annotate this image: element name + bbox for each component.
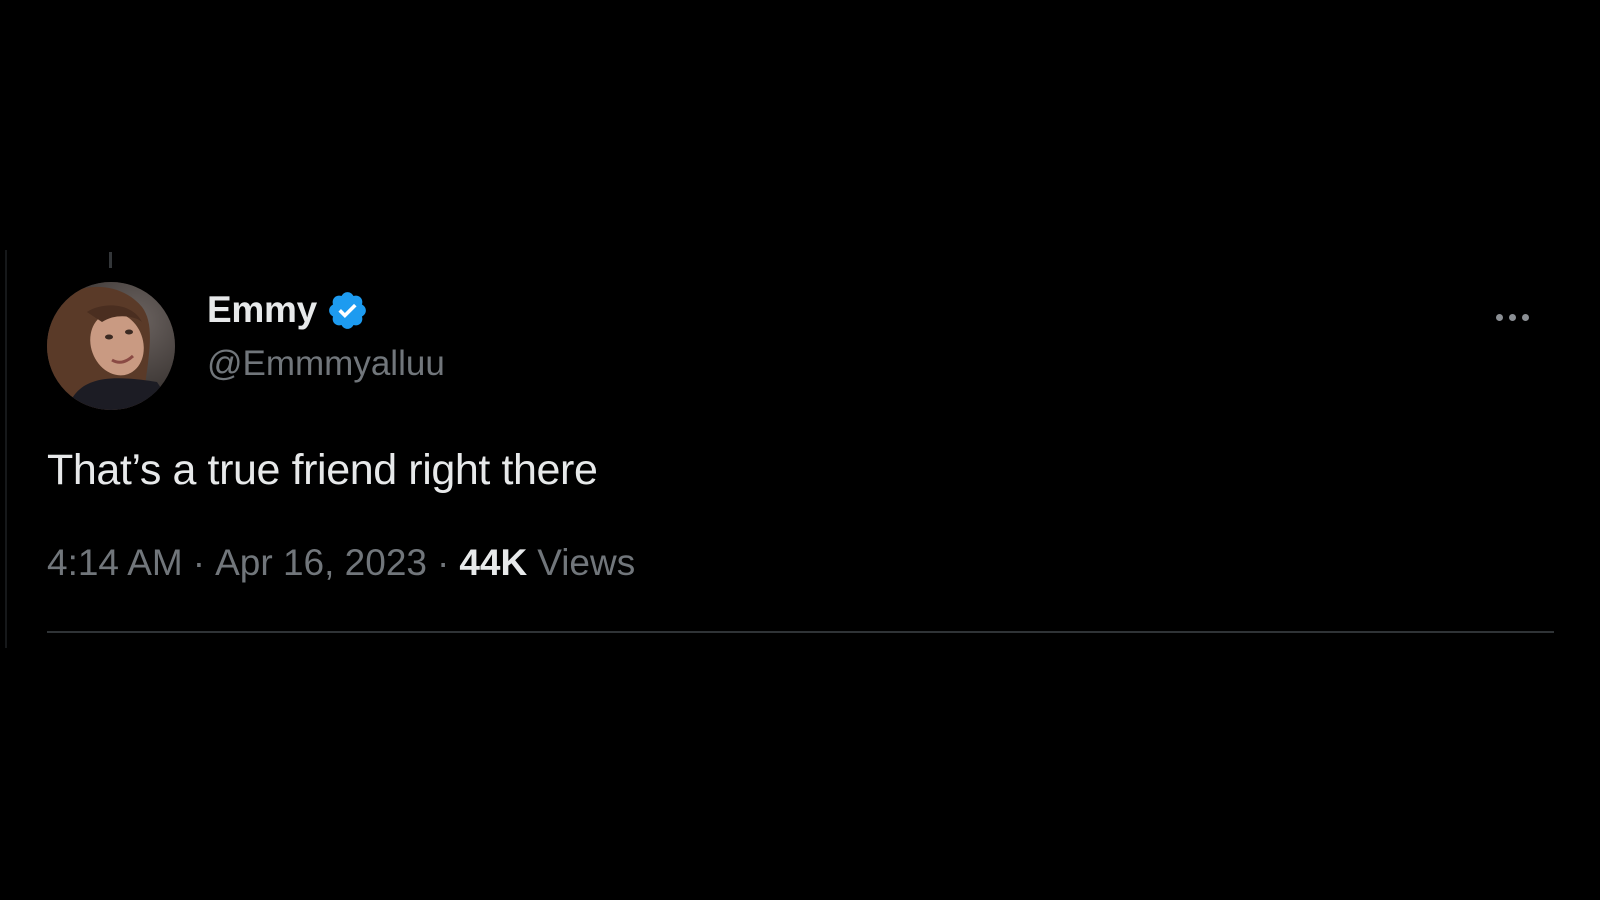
tweet-text: That’s a true friend right there	[47, 446, 598, 494]
tweet-date[interactable]: Apr 16, 2023	[215, 542, 427, 584]
author-handle[interactable]: @Emmmyalluu	[207, 344, 445, 384]
ellipsis-icon	[1496, 313, 1503, 321]
divider	[47, 631, 1554, 633]
tweet-time[interactable]: 4:14 AM	[47, 542, 183, 584]
meta-separator: ·	[436, 542, 450, 583]
tweet[interactable]: Emmy @Emmmyalluu That’s a true friend ri…	[0, 250, 1600, 650]
meta-separator: ·	[192, 542, 206, 583]
author-name-row[interactable]: Emmy	[207, 288, 369, 332]
avatar[interactable]	[47, 282, 175, 410]
tweet-meta: 4:14 AM · Apr 16, 2023 · 44K Views	[47, 542, 635, 584]
more-options-button[interactable]	[1496, 302, 1556, 332]
thread-border	[5, 250, 7, 648]
views-label: Views	[537, 542, 636, 583]
ellipsis-icon	[1509, 313, 1516, 321]
avatar-photo-icon	[47, 282, 175, 410]
display-name[interactable]: Emmy	[207, 289, 317, 331]
verified-badge-icon[interactable]	[326, 289, 369, 332]
views-count: 44K	[459, 542, 528, 583]
ellipsis-icon	[1522, 313, 1529, 321]
thread-connector	[109, 252, 112, 268]
